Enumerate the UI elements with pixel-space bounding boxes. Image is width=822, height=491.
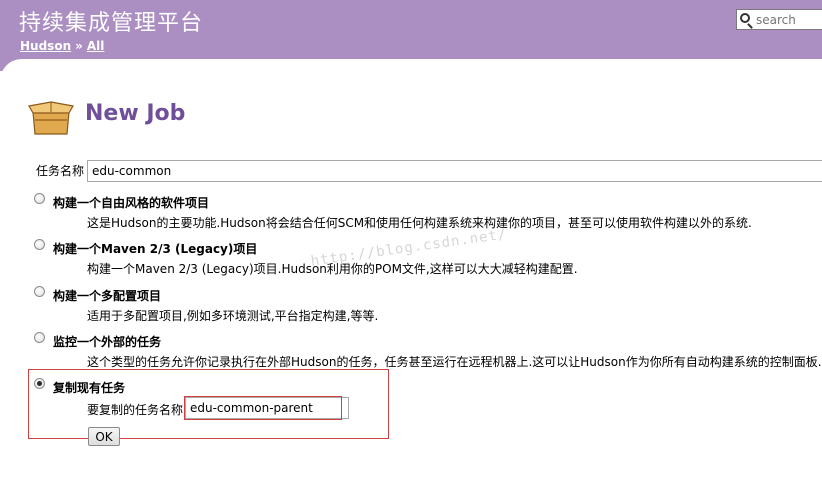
header-bar: 持续集成管理平台 Hudson » All bbox=[0, 0, 822, 59]
page-title: New Job bbox=[85, 101, 186, 126]
search-input[interactable] bbox=[756, 12, 822, 27]
copy-from-label: 要复制的任务名称 bbox=[87, 403, 184, 417]
breadcrumb: Hudson » All bbox=[20, 39, 104, 53]
job-name-label: 任务名称 bbox=[36, 164, 85, 178]
option-external-radio[interactable] bbox=[34, 332, 45, 343]
option-external-desc: 这个类型的任务允许你记录执行在外部Hudson的任务，任务甚至运行在远程机器上.… bbox=[87, 355, 822, 369]
copy-from-input[interactable] bbox=[185, 397, 349, 419]
option-maven-radio[interactable] bbox=[34, 239, 45, 250]
job-name-input[interactable] bbox=[87, 160, 822, 182]
header-curve bbox=[0, 59, 822, 83]
option-copy-title: 复制现有任务 bbox=[53, 381, 126, 395]
site-title: 持续集成管理平台 bbox=[19, 11, 204, 36]
job-box-icon bbox=[28, 101, 74, 135]
option-multiconfig-radio[interactable] bbox=[34, 286, 45, 297]
breadcrumb-separator: » bbox=[75, 39, 83, 53]
ok-button[interactable]: OK bbox=[88, 427, 120, 446]
option-multiconfig-desc: 适用于多配置项目,例如多环境测试,平台指定构建,等等. bbox=[87, 309, 379, 323]
option-external-title: 监控一个外部的任务 bbox=[53, 335, 162, 349]
option-freestyle-title: 构建一个自由风格的软件项目 bbox=[53, 196, 210, 210]
breadcrumb-hudson-link[interactable]: Hudson bbox=[20, 39, 71, 53]
option-freestyle-desc: 这是Hudson的主要功能.Hudson将会结合任何SCM和使用任何构建系统来构… bbox=[87, 216, 752, 230]
option-freestyle-radio[interactable] bbox=[34, 193, 45, 204]
option-copy-radio[interactable] bbox=[34, 378, 45, 389]
option-multiconfig-title: 构建一个多配置项目 bbox=[53, 289, 162, 303]
breadcrumb-all-link[interactable]: All bbox=[87, 39, 105, 53]
search-box[interactable] bbox=[736, 9, 822, 30]
search-icon bbox=[740, 13, 750, 23]
option-maven-title: 构建一个Maven 2/3 (Legacy)项目 bbox=[53, 242, 258, 256]
